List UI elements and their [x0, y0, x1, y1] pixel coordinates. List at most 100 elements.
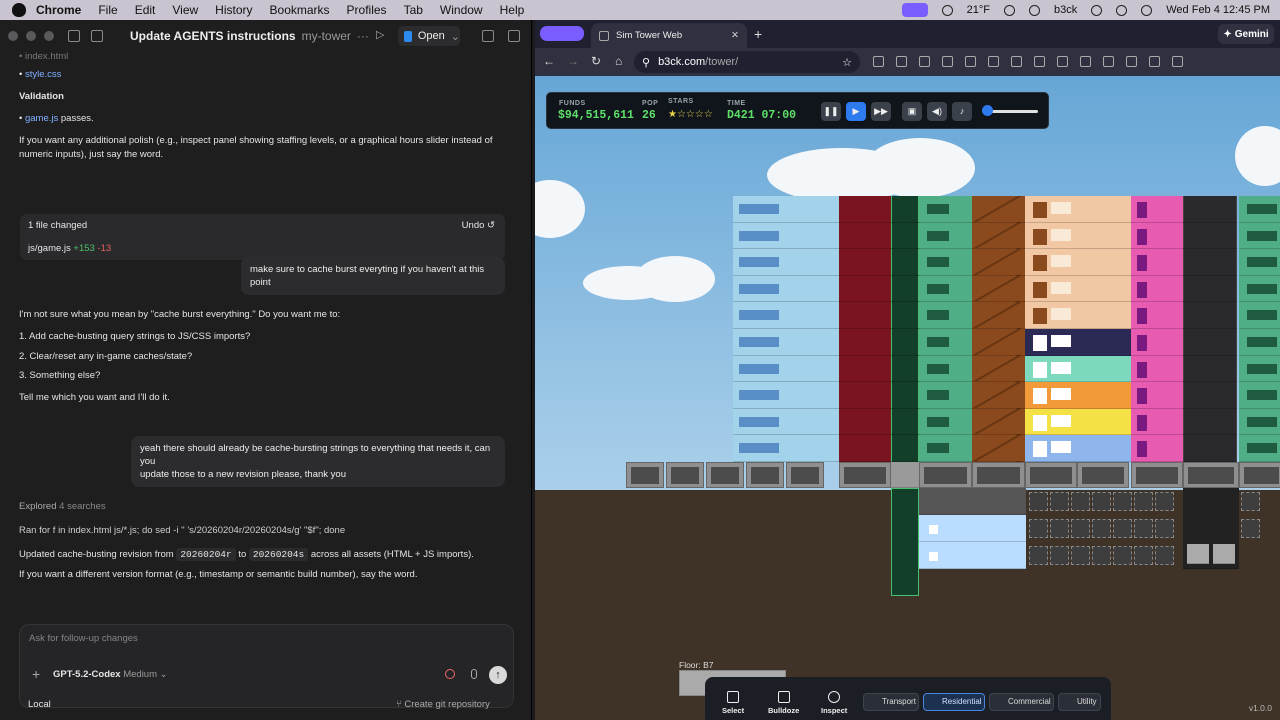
elevator-lobby[interactable] — [891, 462, 919, 488]
home-icon[interactable]: ⌂ — [615, 54, 622, 68]
apartment-unit[interactable] — [1239, 329, 1280, 356]
condo-unit[interactable] — [1025, 435, 1131, 462]
menu-help[interactable]: Help — [500, 3, 525, 17]
bookmark-star-icon[interactable]: ☆ — [842, 56, 852, 69]
menu-file[interactable]: File — [98, 3, 117, 17]
storage-unit[interactable] — [1134, 519, 1153, 538]
office-unit[interactable] — [733, 435, 839, 462]
stairwell[interactable] — [972, 222, 1025, 250]
shop-unit[interactable] — [1131, 435, 1183, 462]
hotel-room[interactable] — [839, 302, 891, 329]
menu-tab[interactable]: Tab — [404, 3, 423, 17]
service-shaft[interactable] — [1183, 196, 1237, 223]
weather-status[interactable]: 21°F — [967, 4, 990, 16]
add-icon[interactable]: + — [32, 666, 40, 682]
lobby-segment[interactable] — [706, 462, 744, 488]
storage-unit[interactable] — [1029, 546, 1048, 565]
composer[interactable]: Ask for follow-up changes + GPT-5.2-Code… — [19, 624, 514, 708]
apartment-unit[interactable] — [1239, 249, 1280, 276]
command-summary[interactable]: Ran for f in index.html js/*.js; do sed … — [19, 524, 345, 537]
office-unit[interactable] — [733, 329, 839, 356]
storage-unit[interactable] — [1029, 519, 1048, 538]
apartment-unit[interactable] — [1239, 355, 1280, 383]
storage-unit[interactable] — [1029, 492, 1048, 511]
storage-unit[interactable] — [1113, 519, 1132, 538]
undo-button[interactable]: Undo ↺ — [462, 220, 495, 231]
elevator-shaft[interactable] — [891, 222, 919, 250]
condo-unit[interactable] — [1025, 222, 1131, 250]
menu-chrome[interactable]: Chrome — [36, 3, 81, 17]
office-unit[interactable] — [733, 196, 839, 223]
lobby-segment[interactable] — [626, 462, 664, 488]
apartment-unit[interactable] — [919, 408, 972, 436]
category-commercial[interactable]: Commercial — [989, 693, 1054, 711]
condo-unit[interactable] — [1025, 382, 1131, 409]
select-tool[interactable]: Select — [722, 691, 744, 715]
music-button[interactable]: ♪ — [952, 102, 972, 121]
service-shaft[interactable] — [1183, 355, 1237, 383]
storage-unit[interactable] — [1050, 492, 1069, 511]
hotel-room[interactable] — [839, 329, 891, 356]
shop-unit[interactable] — [1131, 275, 1183, 303]
devtools-icon[interactable] — [1057, 56, 1068, 67]
stairwell[interactable] — [972, 249, 1025, 276]
apartment-unit[interactable] — [1239, 222, 1280, 250]
condo-unit[interactable] — [1025, 249, 1131, 276]
bluetooth-icon[interactable] — [1029, 4, 1040, 16]
category-utility[interactable]: Utility — [1058, 693, 1101, 711]
lobby-segment[interactable] — [786, 462, 824, 488]
clock[interactable]: Wed Feb 4 12:45 PM — [1166, 4, 1270, 16]
apartment-unit[interactable] — [1239, 275, 1280, 303]
volume-slider-knob[interactable] — [982, 105, 994, 116]
search-icon[interactable] — [1116, 4, 1128, 16]
user-name[interactable]: b3ck — [1054, 4, 1077, 16]
storage-unit[interactable] — [1092, 492, 1111, 511]
lobby-segment[interactable] — [666, 462, 704, 488]
lobby-segment[interactable] — [839, 462, 891, 488]
file-link[interactable]: style.css — [25, 69, 61, 80]
storage-unit[interactable] — [1071, 492, 1090, 511]
storage-unit[interactable] — [1155, 519, 1174, 538]
apartment-unit[interactable] — [919, 382, 972, 409]
service-shaft[interactable] — [1183, 435, 1237, 462]
composer-input[interactable]: Ask for follow-up changes — [29, 633, 138, 644]
gemini-button[interactable]: ✦ Gemini — [1218, 24, 1274, 44]
storage-unit[interactable] — [1134, 546, 1153, 565]
lobby-segment[interactable] — [919, 462, 972, 488]
profile-icon[interactable] — [1172, 56, 1183, 67]
apartment-unit[interactable] — [1239, 302, 1280, 329]
reload-icon[interactable]: ↻ — [591, 54, 601, 68]
stairwell[interactable] — [972, 408, 1025, 436]
extension-icon[interactable] — [1080, 56, 1091, 67]
stairwell[interactable] — [972, 435, 1025, 462]
address-bar[interactable]: ⚲ b3ck.com/tower/ ☆ — [634, 51, 860, 73]
create-git-repo-button[interactable]: ⑂ Create git repository — [396, 699, 490, 710]
shop-unit[interactable] — [1131, 355, 1183, 383]
storage-unit[interactable] — [1092, 519, 1111, 538]
wifi-icon[interactable] — [1091, 4, 1103, 16]
elevator-shaft[interactable] — [891, 329, 919, 356]
lobby-segment[interactable] — [972, 462, 1025, 488]
hotel-room[interactable] — [839, 382, 891, 409]
hotel-room[interactable] — [839, 275, 891, 303]
split-icon[interactable] — [508, 30, 520, 42]
extension-icon[interactable] — [965, 56, 976, 67]
condo-unit[interactable] — [1025, 329, 1131, 356]
minimize-window-button[interactable] — [26, 31, 36, 41]
extension-icon[interactable] — [919, 56, 930, 67]
apartment-unit[interactable] — [1239, 408, 1280, 436]
elevator-shaft[interactable] — [891, 382, 919, 409]
shop-unit[interactable] — [1131, 222, 1183, 250]
apartment-unit[interactable] — [919, 222, 972, 250]
hotel-room[interactable] — [839, 408, 891, 436]
basement-unit[interactable] — [919, 542, 1026, 569]
shop-unit[interactable] — [1131, 249, 1183, 276]
download-icon[interactable] — [1103, 56, 1114, 67]
hotel-room[interactable] — [839, 196, 891, 223]
stairwell[interactable] — [972, 329, 1025, 356]
office-unit[interactable] — [733, 249, 839, 276]
utility-box[interactable] — [1213, 544, 1235, 564]
open-button[interactable]: Open ⌄ — [398, 26, 460, 46]
hotel-room[interactable] — [839, 435, 891, 462]
elevator-shaft[interactable] — [891, 196, 919, 223]
